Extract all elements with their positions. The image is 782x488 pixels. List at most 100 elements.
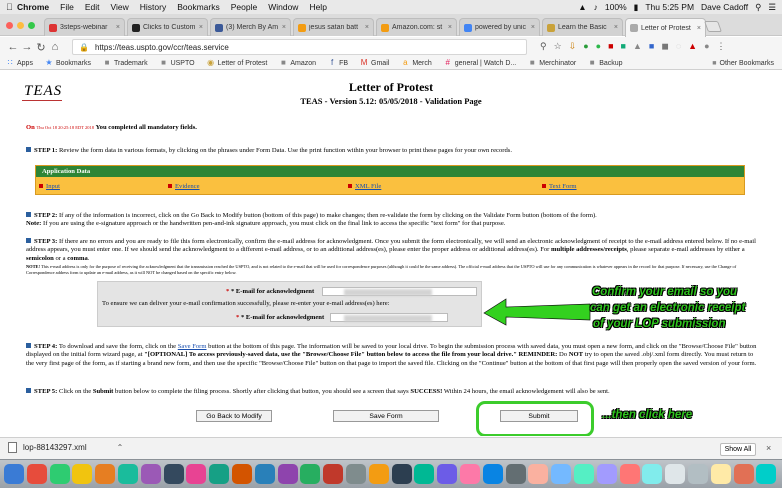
close-tab-icon[interactable]: × [614,24,618,31]
dock-app-icon[interactable] [756,464,777,484]
dock-app-icon[interactable] [254,464,275,484]
zoom-window-icon[interactable] [28,22,35,29]
home-icon[interactable]: ⌂ [48,41,62,53]
dock-app-icon[interactable] [26,464,47,484]
dock-app-icon[interactable] [368,464,389,484]
dock-app-icon[interactable] [619,464,640,484]
extension-icon[interactable]: ▲ [633,41,642,52]
chevron-up-icon[interactable]: ⌃ [117,443,124,452]
close-icon[interactable]: × [766,443,771,453]
reload-icon[interactable]: ↻ [34,41,48,54]
dock-app-icon[interactable] [209,464,230,484]
dock-app-icon[interactable] [460,464,480,484]
tab-7[interactable]: Letter of Protest × [625,18,706,37]
dock-app-icon[interactable] [665,464,686,484]
dock-app-icon[interactable] [163,464,184,484]
lock-icon[interactable]: 🔒 [79,43,89,52]
dock-app-icon[interactable] [437,464,458,484]
url-text[interactable]: https://teas.uspto.gov/ccr/teas.service [95,43,229,52]
bookmark-6[interactable]: f FB [328,59,348,67]
more-menu-icon[interactable]: ⋮ [717,41,726,52]
close-tab-icon[interactable]: × [282,24,286,31]
close-window-icon[interactable] [6,22,13,29]
close-tab-icon[interactable]: × [448,24,452,31]
menu-app-name[interactable]: Chrome [17,2,49,12]
dock-app-icon[interactable] [528,464,549,484]
new-tab-button[interactable] [703,21,723,32]
menu-bookmarks[interactable]: Bookmarks [177,2,220,12]
dock-app-icon[interactable] [186,464,207,484]
close-tab-icon[interactable]: × [199,24,203,31]
forward-icon[interactable]: → [20,41,34,53]
dock-app-icon[interactable] [414,464,435,484]
evernote-icon[interactable]: ● [596,41,601,52]
tab-2[interactable]: (3) Merch By Am × [210,18,291,36]
menu-file[interactable]: File [60,2,74,12]
menu-edit[interactable]: Edit [85,2,100,12]
extension-icon[interactable]: ● [583,41,588,52]
user-name[interactable]: Dave Cadoff [701,2,748,12]
extension-icon[interactable]: ▲ [688,41,697,52]
bookmark-9[interactable]: # general | Watch D... [444,59,517,67]
menu-people[interactable]: People [231,2,257,12]
download-icon[interactable]: ⇩ [569,41,577,52]
extension-icon[interactable]: ■ [608,41,613,52]
apple-icon[interactable]:  [6,2,17,12]
dock-app-icon[interactable] [72,464,93,484]
back-icon[interactable]: ← [6,41,20,53]
tab-1[interactable]: Clicks to Custom × [127,18,208,36]
dock-app-icon[interactable] [323,464,344,484]
tab-4[interactable]: Amazon.com: st × [376,18,457,36]
address-bar[interactable]: 🔒 https://teas.uspto.gov/ccr/teas.servic… [72,39,527,55]
zoom-icon[interactable]: ⚲ [540,41,547,52]
dock-app-icon[interactable] [710,464,731,484]
tab-5[interactable]: powered by unic × [459,18,540,36]
minimize-window-icon[interactable] [17,22,24,29]
profile-avatar[interactable]: ● [704,41,709,52]
dock-app-icon[interactable] [505,464,526,484]
bookmark-0[interactable]: ∷ Apps [6,59,33,67]
wifi-icon[interactable]: ▲ [578,2,586,12]
dock-app-icon[interactable] [277,464,298,484]
dock-app-icon[interactable] [346,464,366,484]
other-bookmarks[interactable]: ■ Other Bookmarks [712,57,774,70]
show-all-button[interactable]: Show All [720,443,756,456]
dock-app-icon[interactable] [733,464,754,484]
bookmark-5[interactable]: ■ Amazon [279,59,316,67]
menu-history[interactable]: History [140,2,166,12]
bookmark-8[interactable]: a Merch [401,59,432,67]
bookmark-2[interactable]: ■ Trademark [103,59,148,67]
dock-app-icon[interactable] [232,464,252,484]
menu-help[interactable]: Help [309,2,326,12]
dock-app-icon[interactable] [95,464,116,484]
menu-view[interactable]: View [110,2,128,12]
extension-icon[interactable]: ■ [621,41,626,52]
dock-app-icon[interactable] [4,464,24,484]
bookmark-3[interactable]: ■ USPTO [160,59,194,67]
dock-app-icon[interactable] [482,464,503,484]
download-item[interactable]: lop-88143297.xml ⌃ [8,442,123,453]
bookmark-11[interactable]: ■ Backup [588,59,623,67]
dock-app-icon[interactable] [118,464,138,484]
battery-percent[interactable]: 100% [605,2,627,12]
tab-6[interactable]: Learn the Basic × [542,18,623,36]
extension-icon[interactable]: ■ [649,41,654,52]
close-tab-icon[interactable]: × [531,24,535,31]
clock[interactable]: Thu 5:25 PM [645,2,694,12]
dock-app-icon[interactable] [49,464,70,484]
dock-app-icon[interactable] [300,464,321,484]
bookmark-4[interactable]: ◉ Letter of Protest [207,59,267,67]
dock-app-icon[interactable] [551,464,572,484]
battery-icon[interactable]: ▮ [634,2,639,13]
dock-app-icon[interactable] [140,464,161,484]
bookmark-star-icon[interactable]: ☆ [554,41,562,52]
search-icon[interactable]: ⚲ [755,2,761,13]
volume-icon[interactable]: ♪ [594,2,598,12]
bookmark-7[interactable]: M Gmail [360,59,390,67]
tab-3[interactable]: jesus satan batt × [293,18,374,36]
dock-app-icon[interactable] [688,464,708,484]
close-tab-icon[interactable]: × [116,24,120,31]
bookmark-10[interactable]: ■ Merchinator [528,59,576,67]
tab-0[interactable]: 3steps-webinar × [44,18,125,36]
menu-window[interactable]: Window [268,2,298,12]
